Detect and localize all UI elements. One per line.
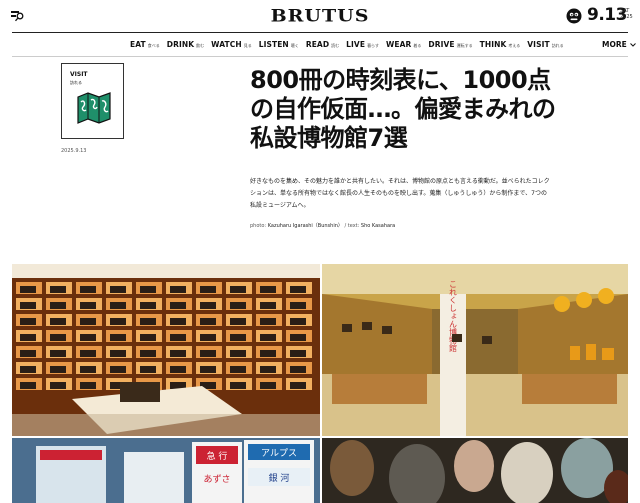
- article-title-line: 私設博物館7選: [250, 124, 408, 152]
- museum-sign-text: これくしょん博物館: [449, 280, 458, 353]
- board-alps-label: アルプス: [261, 448, 297, 459]
- nav-item-live[interactable]: LIVE 暮らす: [346, 40, 379, 49]
- mascot-icon: [566, 8, 582, 24]
- article-title: 800冊の時刻表に、1000点 の自作仮面…。偏愛まみれの 私設博物館7選: [250, 66, 580, 153]
- nav-item-label: THINK: [479, 40, 507, 49]
- camera-museum-photo: [12, 264, 320, 436]
- lead-line: 好きなものを集め、その魅力を誰かと共有したい。それは、博物館の原点とも言える衝動…: [250, 178, 550, 185]
- chevron-down-icon: [629, 43, 636, 47]
- header-divider: [12, 32, 628, 33]
- nav-item-think[interactable]: THINK 考える: [480, 40, 521, 49]
- nav-item-wear[interactable]: WEAR 着る: [386, 40, 421, 49]
- nav-item-label: READ: [305, 40, 330, 49]
- nav-item-sublabel: 食べる: [147, 43, 160, 48]
- top-bar: BRUTUS 9.13 SAT 2025: [0, 0, 640, 34]
- article-lead: 好きなものを集め、その魅力を誰かと共有したい。それは、博物館の原点とも言える衝動…: [250, 176, 630, 212]
- nav-item-visit[interactable]: VISIT 訪れる: [527, 40, 563, 49]
- issue-day-year: SAT 2025: [620, 8, 633, 20]
- nav-item-label: DRINK: [166, 40, 195, 49]
- article-title-line: 800冊の時刻表に、1000点: [250, 66, 551, 94]
- lead-line: ションは、単なる所有物ではなく館長の人生そのものを映し出す。蒐集（しゅうしゅう）…: [250, 190, 547, 197]
- credit-writer: Sho Kasahara: [360, 223, 396, 229]
- nav-item-sublabel: 聴く: [290, 43, 299, 48]
- article-title-line: の自作仮面…。偏愛まみれの: [250, 95, 556, 123]
- nav-item-label: WEAR: [385, 40, 412, 49]
- nav-item-watch[interactable]: WATCH 見る: [211, 40, 252, 49]
- main-nav: EAT 食べる DRINK 飲む WATCH 見る LISTEN 聴く READ 読む LIVE 暮ら…: [0, 34, 640, 56]
- nav-item-sublabel: 読む: [331, 43, 340, 48]
- nav-item-sublabel: 着る: [413, 43, 422, 48]
- nav-item-drive[interactable]: DRIVE 運転する: [428, 40, 472, 49]
- nav-item-sublabel: 暮らす: [367, 43, 379, 48]
- collection-museum-photo: これくしょん博物館: [322, 264, 628, 436]
- nav-item-label: VISIT: [527, 40, 550, 49]
- nav-item-sublabel: 考える: [508, 43, 521, 48]
- nav-item-listen[interactable]: LISTEN 聴く: [259, 40, 299, 49]
- nav-item-sublabel: 運転する: [456, 43, 473, 48]
- nav-item-label: LISTEN: [258, 40, 289, 49]
- credit-photo-label: photo:: [250, 223, 267, 229]
- category-label-jp: 訪れる: [70, 80, 82, 85]
- lead-line: 私設ミュージアムへ。: [250, 202, 310, 209]
- nav-items: EAT 食べる DRINK 飲む WATCH 見る LISTEN 聴く READ 読む LIVE 暮ら…: [130, 40, 564, 49]
- nav-item-label: LIVE: [346, 40, 366, 49]
- credit-separator: / text:: [344, 223, 360, 229]
- more-menu-button[interactable]: MORE: [602, 40, 636, 49]
- nav-item-eat[interactable]: EAT 食べる: [130, 40, 160, 49]
- nav-item-label: EAT: [130, 40, 146, 49]
- map-icon: [77, 92, 111, 124]
- category-card[interactable]: VISIT 訪れる: [61, 63, 124, 139]
- issue-year: 2025: [620, 14, 633, 20]
- nav-item-sublabel: 訪れる: [551, 43, 564, 48]
- timetable-museum-photo: 急 行 あずさ アルプス 銀 河: [12, 438, 320, 503]
- board-azusa-label: あずさ: [203, 474, 230, 485]
- mask-museum-photo: [322, 438, 628, 503]
- nav-item-sublabel: 飲む: [196, 43, 205, 48]
- nav-divider: [12, 56, 628, 57]
- brutus-logo[interactable]: BRUTUS: [0, 6, 640, 26]
- nav-item-drink[interactable]: DRINK 飲む: [167, 40, 204, 49]
- nav-item-label: DRIVE: [428, 40, 455, 49]
- category-label-en: VISIT: [70, 71, 88, 78]
- publish-date: 2025.9.13: [61, 148, 87, 154]
- more-label: MORE: [602, 40, 627, 49]
- board-ginga-label: 銀 河: [269, 472, 290, 484]
- nav-item-sublabel: 見る: [243, 43, 252, 48]
- board-express-label: 急 行: [207, 450, 228, 462]
- credits: photo: Kazuharu Igarashi（Bunshin） / text…: [250, 222, 395, 229]
- nav-item-label: WATCH: [211, 40, 242, 49]
- nav-item-read[interactable]: READ 読む: [306, 40, 339, 49]
- credit-photographer: Kazuharu Igarashi（Bunshin）: [267, 223, 343, 229]
